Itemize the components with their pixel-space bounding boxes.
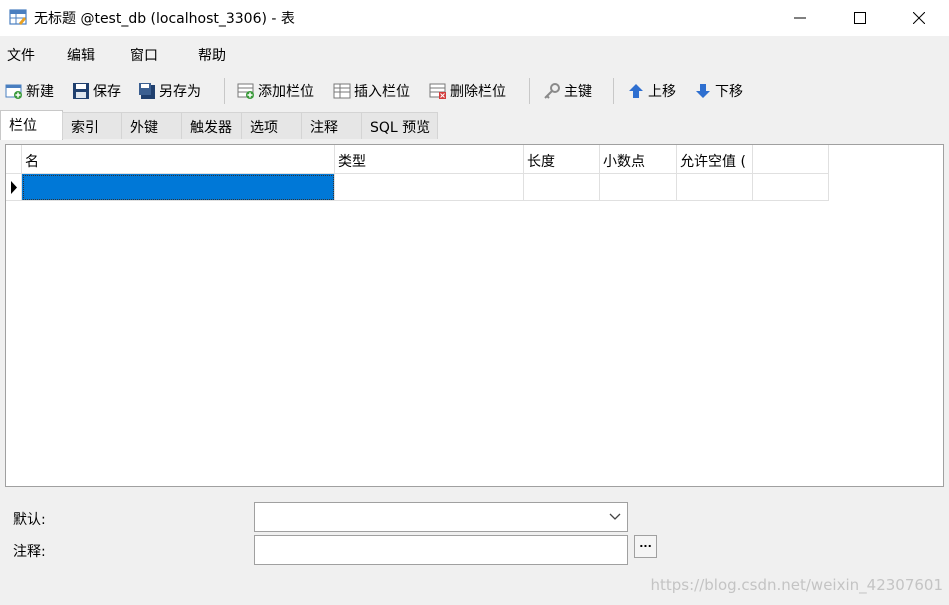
- move-up-label: 上移: [648, 84, 676, 100]
- close-icon: [913, 12, 925, 24]
- column-header-extra[interactable]: [753, 145, 829, 174]
- menu-bar: 文件 编辑 窗口 帮助: [0, 37, 949, 71]
- field-decimals-cell[interactable]: [600, 174, 677, 201]
- table-icon: [9, 9, 27, 25]
- field-length-cell[interactable]: [524, 174, 600, 201]
- arrow-down-icon: [696, 84, 710, 98]
- save-button[interactable]: 保存: [72, 80, 121, 102]
- save-label: 保存: [93, 84, 121, 100]
- field-nullable-cell[interactable]: [677, 174, 753, 201]
- toolbar: 新建 保存 另存为 添加栏位 插入栏位 删除栏位 主键 上移 下移: [0, 72, 949, 108]
- toolbar-separator: [613, 78, 614, 104]
- comment-label: 注释:: [13, 544, 46, 560]
- tab-indexes[interactable]: 索引: [62, 112, 122, 139]
- minimize-icon: [794, 17, 806, 19]
- column-header-length[interactable]: 长度: [524, 145, 600, 174]
- tab-triggers[interactable]: 触发器: [181, 112, 242, 139]
- insert-field-label: 插入栏位: [354, 84, 410, 100]
- window-title: 无标题 @test_db (localhost_3306) - 表: [34, 11, 295, 27]
- menu-file[interactable]: 文件: [7, 45, 35, 65]
- column-header-decimals[interactable]: 小数点: [600, 145, 677, 174]
- title-bar: 无标题 @test_db (localhost_3306) - 表: [0, 0, 949, 36]
- watermark: https://blog.csdn.net/weixin_42307601: [650, 576, 943, 594]
- close-button[interactable]: [889, 0, 949, 36]
- delete-field-label: 删除栏位: [450, 84, 506, 100]
- column-header-nullable[interactable]: 允许空值 (: [677, 145, 753, 174]
- add-field-button[interactable]: 添加栏位: [237, 80, 314, 102]
- toolbar-separator: [529, 78, 530, 104]
- grid-corner: [6, 145, 22, 174]
- fields-grid[interactable]: 名 类型 长度 小数点 允许空值 (: [5, 144, 944, 487]
- menu-edit[interactable]: 编辑: [67, 45, 95, 65]
- column-header-type[interactable]: 类型: [335, 145, 524, 174]
- primary-key-label: 主键: [564, 84, 592, 100]
- column-header-name[interactable]: 名: [22, 145, 335, 174]
- field-extra-cell[interactable]: [753, 174, 829, 201]
- delete-field-icon: [429, 83, 446, 99]
- field-name-cell[interactable]: [22, 174, 335, 201]
- arrow-up-icon: [629, 84, 643, 98]
- maximize-icon: [854, 12, 866, 24]
- maximize-button[interactable]: [830, 0, 890, 36]
- insert-field-button[interactable]: 插入栏位: [333, 80, 410, 102]
- add-field-icon: [237, 83, 254, 99]
- save-icon: [73, 83, 89, 99]
- move-down-button[interactable]: 下移: [694, 80, 743, 102]
- save-as-button[interactable]: 另存为: [138, 80, 201, 102]
- default-select[interactable]: [254, 502, 628, 532]
- move-down-label: 下移: [715, 84, 743, 100]
- menu-window[interactable]: 窗口: [130, 45, 158, 65]
- tab-sql-preview[interactable]: SQL 预览: [361, 112, 438, 139]
- new-table-icon: [5, 84, 22, 99]
- tab-foreign-keys[interactable]: 外键: [121, 112, 182, 139]
- chevron-down-icon: [609, 513, 621, 520]
- save-as-label: 另存为: [159, 84, 201, 100]
- current-row-indicator[interactable]: [6, 174, 22, 201]
- primary-key-button[interactable]: 主键: [543, 80, 592, 102]
- menu-help[interactable]: 帮助: [198, 45, 226, 65]
- delete-field-button[interactable]: 删除栏位: [429, 80, 506, 102]
- add-field-label: 添加栏位: [258, 84, 314, 100]
- toolbar-separator: [224, 78, 225, 104]
- new-button[interactable]: 新建: [5, 80, 54, 102]
- tab-comments[interactable]: 注释: [301, 112, 362, 139]
- insert-field-icon: [333, 83, 351, 99]
- move-up-button[interactable]: 上移: [627, 80, 676, 102]
- default-label: 默认:: [13, 512, 46, 528]
- comment-ellipsis-button[interactable]: ...: [634, 535, 657, 558]
- key-icon: [544, 83, 560, 99]
- row-pointer-icon: [11, 181, 17, 194]
- new-label: 新建: [26, 84, 54, 100]
- save-as-icon: [139, 83, 155, 99]
- tab-fields[interactable]: 栏位: [0, 110, 63, 140]
- comment-input[interactable]: [254, 535, 628, 565]
- tab-options[interactable]: 选项: [241, 112, 302, 139]
- field-type-cell[interactable]: [335, 174, 524, 201]
- minimize-button[interactable]: [770, 0, 830, 36]
- tab-bar: 栏位 索引 外键 触发器 选项 注释 SQL 预览: [0, 110, 949, 140]
